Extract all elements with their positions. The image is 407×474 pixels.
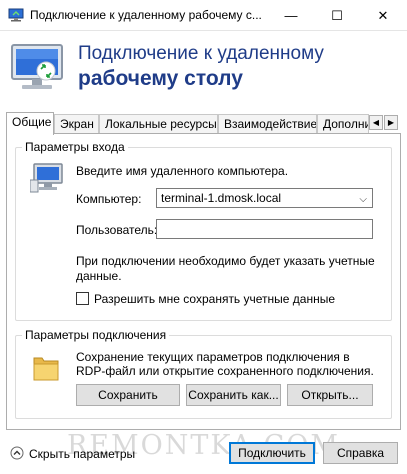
- connection-desc-line2: RDP-файл или открытие сохраненного подкл…: [76, 364, 374, 378]
- user-input[interactable]: [156, 219, 373, 239]
- save-credentials-checkbox[interactable]: [76, 292, 89, 305]
- folder-icon: [33, 357, 59, 381]
- computer-value: terminal-1.dmosk.local: [161, 191, 282, 205]
- credentials-note-line2: данные.: [76, 269, 122, 283]
- window-title: Подключение к удаленному рабочему с...: [30, 8, 262, 22]
- title-bar: Подключение к удаленному рабочему с... —…: [0, 0, 407, 31]
- tab-display[interactable]: Экран: [54, 114, 99, 134]
- hide-parameters-link[interactable]: Скрыть параметры: [29, 447, 135, 461]
- minimize-button[interactable]: —: [268, 0, 314, 31]
- banner-title-line2: рабочему столу: [78, 67, 243, 90]
- tab-strip: Общие Экран Локальные ресурсы Взаимодейс…: [6, 112, 401, 135]
- chevron-down-icon[interactable]: ⌵: [359, 191, 367, 209]
- computer-label: Компьютер:: [76, 192, 142, 206]
- connection-settings-title: Параметры подключения: [22, 328, 170, 342]
- tab-experience[interactable]: Взаимодействие: [218, 114, 317, 134]
- connection-settings-group: Параметры подключения Сохранение текущих…: [15, 328, 392, 419]
- general-tab-panel: Параметры входа Введите имя удаленного к…: [6, 133, 401, 430]
- banner: Подключение к удаленному рабочему столу: [0, 31, 407, 111]
- help-button[interactable]: Справка: [323, 442, 398, 464]
- connect-button[interactable]: Подключить: [229, 442, 315, 464]
- connection-desc-line1: Сохранение текущих параметров подключени…: [76, 350, 350, 364]
- save-as-button[interactable]: Сохранить как...: [186, 384, 281, 406]
- chevron-up-circle-icon[interactable]: [10, 446, 24, 460]
- tab-scroll-left-button[interactable]: ◀: [369, 115, 383, 130]
- login-settings-title: Параметры входа: [22, 140, 128, 154]
- footer: REMONTKA.COM Скрыть параметры Подключить…: [0, 430, 407, 474]
- banner-title-line1: Подключение к удаленному: [78, 43, 324, 64]
- credentials-note-line1: При подключении необходимо будет указать…: [76, 254, 375, 268]
- open-button[interactable]: Открыть...: [287, 384, 373, 406]
- tab-local-resources[interactable]: Локальные ресурсы: [99, 114, 218, 134]
- login-settings-group: Параметры входа Введите имя удаленного к…: [15, 140, 392, 321]
- maximize-button[interactable]: ☐: [314, 0, 360, 31]
- computer-hint-text: Введите имя удаленного компьютера.: [76, 164, 289, 178]
- tab-advanced[interactable]: Дополнит: [317, 114, 369, 134]
- tab-general[interactable]: Общие: [6, 112, 54, 135]
- save-button[interactable]: Сохранить: [76, 384, 180, 406]
- save-credentials-label[interactable]: Разрешить мне сохранять учетные данные: [94, 292, 335, 306]
- remote-desktop-app-icon: [8, 8, 24, 22]
- user-label: Пользователь:: [76, 223, 158, 237]
- tab-scroll-right-button[interactable]: ▶: [384, 115, 398, 130]
- close-button[interactable]: ✕: [360, 0, 406, 31]
- computer-combobox[interactable]: terminal-1.dmosk.local ⌵: [156, 188, 373, 208]
- remote-desktop-monitor-icon: [11, 44, 63, 89]
- computer-icon: [30, 163, 63, 193]
